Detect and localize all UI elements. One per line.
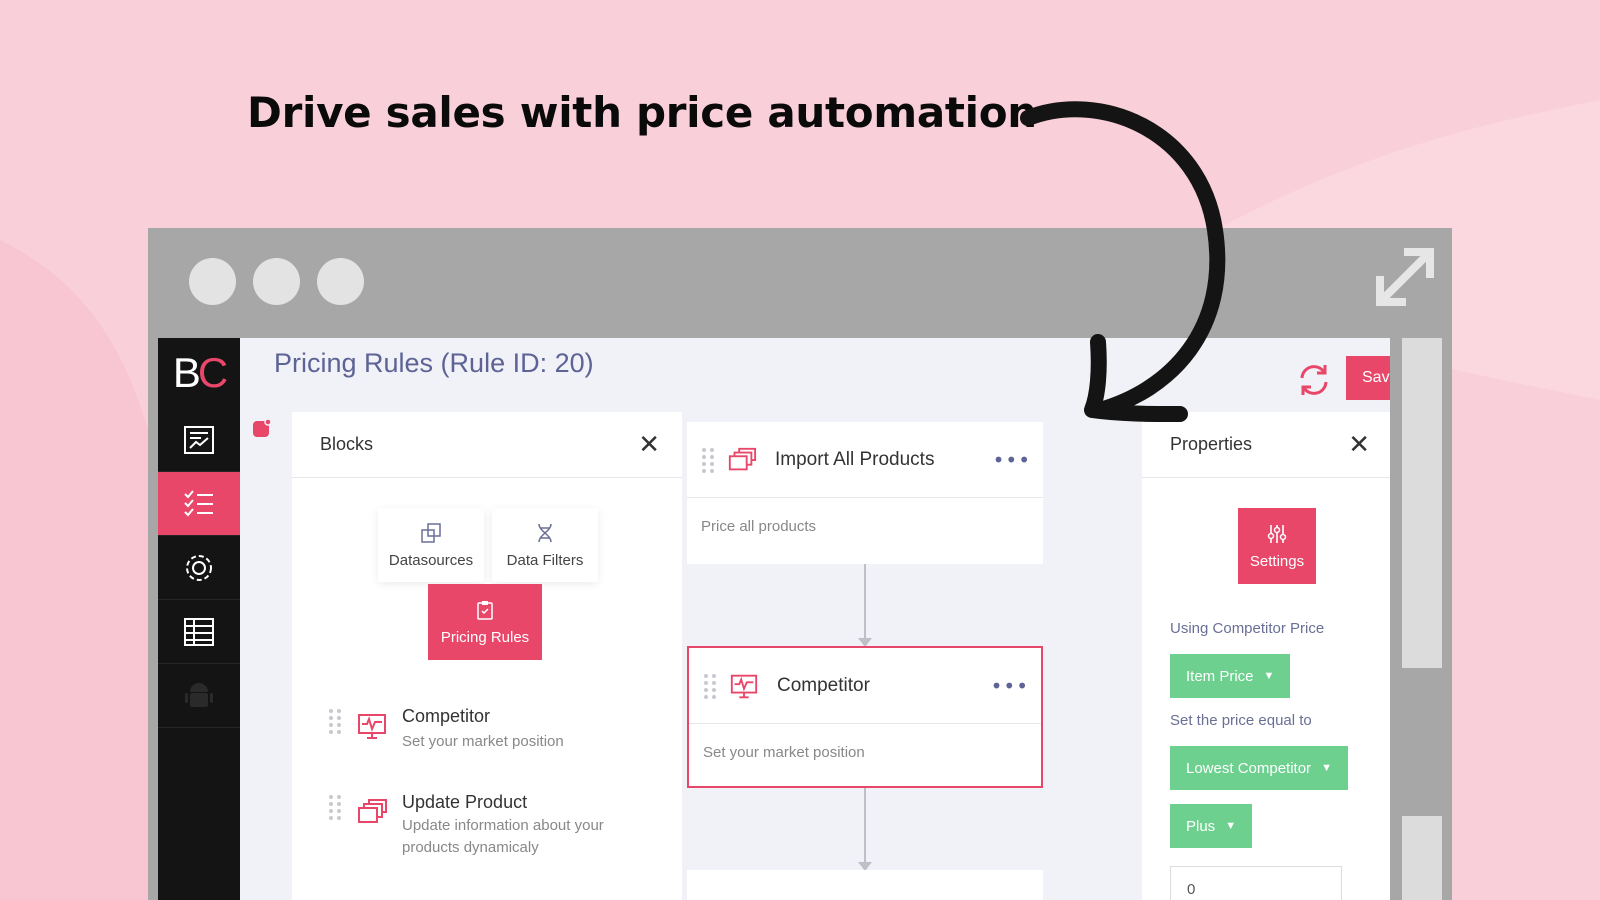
- scrollbar-thumb[interactable]: [1402, 338, 1442, 668]
- block-item-competitor[interactable]: Competitor Set your market position: [328, 706, 564, 753]
- flow-node-import[interactable]: Import All Products ••• Price all produc…: [687, 422, 1043, 564]
- sliders-icon: [1267, 524, 1287, 543]
- notification-badge-icon[interactable]: [252, 418, 272, 438]
- block-title: Competitor: [402, 706, 491, 726]
- properties-panel: Properties ✕ Settings Using Competitor P…: [1142, 412, 1390, 900]
- label-set-equal: Set the price equal to: [1170, 712, 1312, 729]
- block-item-update-product[interactable]: Update Product Update information about …: [328, 792, 604, 859]
- nav-rules[interactable]: [158, 472, 240, 536]
- monitor-pulse-icon: [358, 714, 386, 739]
- item-price-value: Item Price: [1186, 667, 1254, 685]
- window-dot-minimize[interactable]: [253, 258, 300, 305]
- close-icon[interactable]: ✕: [1348, 432, 1370, 458]
- category-label: Datasources: [388, 551, 474, 569]
- category-datasources[interactable]: Datasources: [378, 508, 484, 582]
- category-label: Data Filters: [506, 551, 584, 569]
- more-options-icon[interactable]: •••: [993, 448, 1031, 472]
- datasources-icon: [421, 522, 441, 543]
- more-options-icon[interactable]: •••: [991, 674, 1029, 698]
- window-dot-close[interactable]: [189, 258, 236, 305]
- monitor-pulse-icon: [730, 674, 758, 698]
- label-using-competitor: Using Competitor Price: [1170, 620, 1325, 637]
- settings-tile[interactable]: Settings: [1238, 508, 1316, 584]
- blocks-title: Blocks: [320, 434, 374, 454]
- settings-label: Settings: [1249, 552, 1305, 570]
- node-header: Competitor •••: [689, 648, 1041, 724]
- browser-window: BC Pricing Rules (Rule ID: 20) Sav Block…: [148, 228, 1452, 900]
- checklist-icon: [184, 489, 213, 516]
- lowest-competitor-dropdown[interactable]: Lowest Competitor ▼: [1170, 746, 1348, 790]
- app-viewport: BC Pricing Rules (Rule ID: 20) Sav Block…: [158, 338, 1390, 900]
- node-title: Competitor: [777, 674, 870, 696]
- blocks-header: Blocks ✕: [292, 412, 682, 478]
- node-header: Import All Products •••: [687, 422, 1043, 498]
- item-price-dropdown[interactable]: Item Price ▼: [1170, 654, 1291, 698]
- drag-handle-icon[interactable]: [328, 794, 342, 820]
- category-pricing-rules[interactable]: Pricing Rules: [428, 584, 542, 660]
- window-dot-maximize[interactable]: [317, 258, 364, 305]
- node-desc: Price all products: [701, 518, 817, 535]
- properties-title: Properties: [1170, 434, 1253, 454]
- block-desc-line2: products dynamicaly: [402, 839, 539, 856]
- table-icon: [184, 617, 214, 646]
- drag-handle-icon[interactable]: [328, 708, 342, 734]
- block-desc: Set your market position: [402, 733, 564, 750]
- dna-icon: [538, 523, 552, 542]
- logo-b: B: [172, 349, 201, 396]
- flow-node-next[interactable]: [687, 870, 1043, 900]
- android-icon: [185, 682, 213, 707]
- plus-value: Plus: [1186, 817, 1216, 835]
- block-desc-line1: Update information about your: [402, 817, 604, 834]
- drag-handle-icon[interactable]: [701, 447, 715, 473]
- scrollbar-thumb-lower[interactable]: [1402, 816, 1442, 900]
- nav-settings[interactable]: [158, 536, 240, 600]
- headline: Drive sales with price automation: [247, 88, 1037, 137]
- logo-c: C: [197, 349, 228, 396]
- nav-tables[interactable]: [158, 600, 240, 664]
- clipboard-icon: [477, 600, 493, 620]
- gear-icon: [186, 554, 212, 581]
- lowest-competitor-value: Lowest Competitor: [1186, 759, 1312, 777]
- chevron-down-icon: ▼: [1263, 670, 1275, 682]
- page-title: Pricing Rules (Rule ID: 20): [274, 348, 594, 378]
- scrollbar-track[interactable]: [1402, 338, 1442, 900]
- flow-connector: [864, 788, 866, 868]
- blocks-panel: Blocks ✕ Datasources Data Filters Pricin…: [292, 412, 682, 900]
- close-icon[interactable]: ✕: [638, 432, 660, 458]
- drag-handle-icon[interactable]: [703, 673, 717, 699]
- adjustment-value-input[interactable]: 0: [1170, 866, 1342, 900]
- chevron-down-icon: ▼: [1321, 762, 1332, 774]
- properties-header: Properties ✕: [1142, 412, 1390, 478]
- chevron-down-icon: ▼: [1225, 820, 1237, 832]
- stack-icon: [358, 799, 387, 823]
- nav-android[interactable]: [158, 664, 240, 728]
- flow-connector: [864, 564, 866, 644]
- plus-dropdown[interactable]: Plus ▼: [1170, 804, 1253, 848]
- node-title: Import All Products: [775, 448, 935, 470]
- expand-icon[interactable]: [1374, 246, 1436, 308]
- category-label: Pricing Rules: [440, 628, 530, 646]
- report-icon: [184, 425, 214, 454]
- save-button[interactable]: Save: [1346, 356, 1390, 400]
- window-controls: [189, 258, 364, 305]
- logo[interactable]: BC: [158, 338, 240, 408]
- block-title: Update Product: [402, 792, 528, 812]
- refresh-icon[interactable]: [1296, 362, 1332, 398]
- sidebar: BC: [158, 338, 240, 900]
- flow-node-competitor[interactable]: Competitor ••• Set your market position: [687, 646, 1043, 788]
- node-desc: Set your market position: [703, 744, 865, 761]
- nav-reports[interactable]: [158, 408, 240, 472]
- stack-icon: [728, 447, 757, 470]
- category-data-filters[interactable]: Data Filters: [492, 508, 598, 582]
